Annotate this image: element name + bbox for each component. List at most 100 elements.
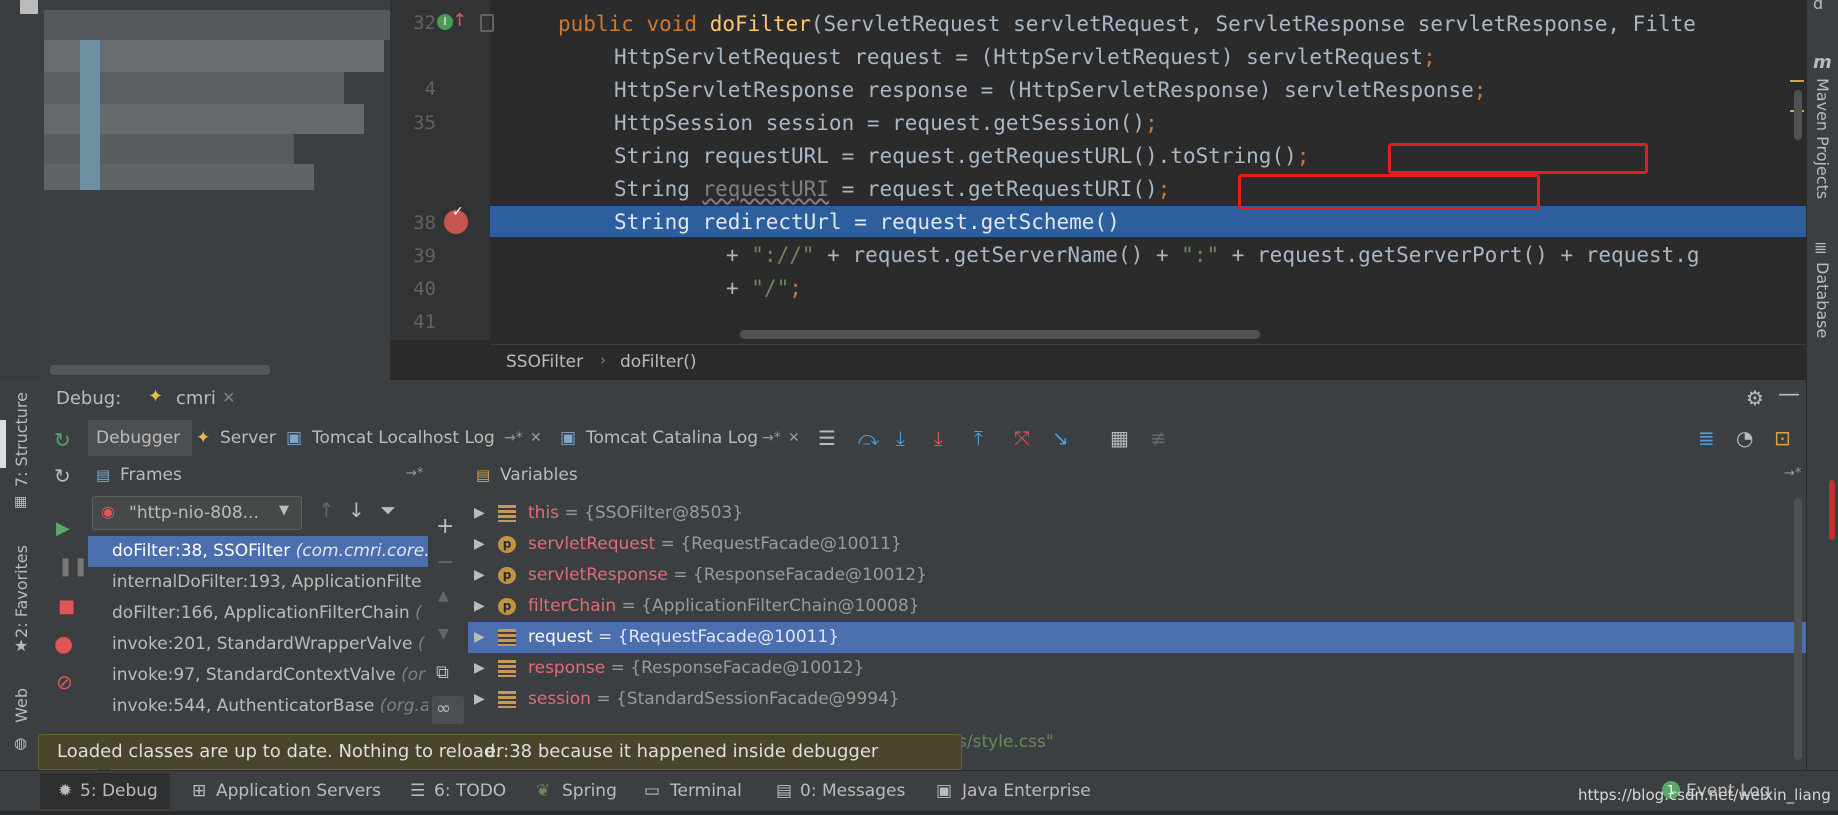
remove-watch-icon[interactable]: −: [436, 550, 454, 575]
tab-todo[interactable]: 6: TODO: [434, 771, 506, 811]
variable-row[interactable]: ▶ this = {SSOFilter@8503}: [468, 498, 1806, 529]
frame-item[interactable]: invoke:97, StandardContextValve (or: [88, 660, 428, 691]
log-icon: ▣: [286, 428, 303, 448]
rerun-icon[interactable]: ↻: [54, 428, 71, 452]
expand-arrow-icon[interactable]: ▶: [474, 684, 485, 715]
debug-session-tab[interactable]: cmri: [176, 388, 216, 409]
pin-icon[interactable]: →*: [504, 418, 523, 458]
down-arrow-icon[interactable]: ↓: [348, 498, 365, 522]
thread-icon: ◉: [101, 502, 115, 521]
filter-icon[interactable]: ⏷: [380, 498, 396, 522]
pin-icon[interactable]: →*: [762, 418, 781, 458]
java-ee-icon: ▣: [936, 781, 953, 801]
close-icon[interactable]: ✕: [530, 418, 542, 458]
tab-spring[interactable]: Spring: [562, 771, 617, 811]
expand-arrow-icon[interactable]: ▶: [474, 591, 485, 622]
expand-arrow-icon[interactable]: ▶: [474, 653, 485, 684]
right-scroll-marker: [1829, 480, 1835, 540]
gear-icon[interactable]: ⚙: [1746, 386, 1764, 410]
frame-item[interactable]: invoke:201, StandardWrapperValve (: [88, 629, 428, 660]
trace-icon[interactable]: ≢: [1150, 426, 1167, 450]
restore-layout-icon[interactable]: ≣: [1698, 426, 1715, 450]
pause-icon[interactable]: ❚❚: [58, 556, 88, 577]
force-step-into-icon[interactable]: ⤓: [934, 426, 943, 450]
variable-row[interactable]: ▶ p servletResponse = {ResponseFacade@10…: [468, 560, 1806, 591]
close-icon[interactable]: ✕: [788, 418, 800, 458]
expand-arrow-icon[interactable]: ▶: [474, 498, 485, 529]
structure-icon: ▦: [14, 494, 28, 510]
up-arrow-icon[interactable]: ↑: [318, 498, 335, 522]
update-icon[interactable]: ↻: [54, 464, 71, 488]
show-execution-point-icon[interactable]: ☰: [818, 426, 836, 450]
code-line-35: HttpSession session = request.getSession…: [614, 111, 1158, 135]
variable-row[interactable]: ▶ session = {StandardSessionFacade@9994}: [468, 684, 1806, 715]
fold-icon[interactable]: [480, 14, 494, 32]
mute-breakpoints-icon[interactable]: ⊘: [56, 670, 73, 694]
move-up-icon[interactable]: ▲: [438, 588, 449, 604]
debug-label: Debug:: [56, 388, 122, 409]
variables-icon: ▤: [476, 466, 491, 484]
expand-arrow-icon[interactable]: ▶: [474, 622, 485, 653]
editor-horizontal-scrollbar[interactable]: [740, 330, 1260, 339]
variable-row-selected[interactable]: ▶ request = {RequestFacade@10011}: [468, 622, 1806, 653]
structure-tab[interactable]: 7: Structure: [12, 392, 31, 487]
glasses-icon: ∞: [436, 698, 451, 719]
red-annotation-box: [1238, 174, 1540, 210]
tab-messages[interactable]: 0: Messages: [800, 771, 905, 811]
frame-item[interactable]: internalDoFilter:193, ApplicationFilte: [88, 567, 428, 598]
breadcrumb-file[interactable]: SSOFilter: [506, 352, 583, 372]
bug-icon: ✹: [58, 781, 73, 801]
drop-frame-icon[interactable]: ⤧: [1014, 426, 1030, 450]
database-tab[interactable]: Database: [1813, 262, 1832, 338]
watermark-text: https://blog.csdn.net/weixin_liang: [1578, 786, 1831, 804]
expand-arrow-icon[interactable]: ▶: [474, 560, 485, 591]
tab-server[interactable]: Server: [220, 418, 276, 458]
tab-debugger[interactable]: Debugger: [96, 418, 180, 458]
star-icon: ★: [14, 636, 29, 655]
left-edge-marker: [0, 420, 6, 468]
frame-item[interactable]: doFilter:166, ApplicationFilterChain (: [88, 598, 428, 629]
tab-debug[interactable]: 5: Debug: [80, 771, 158, 811]
editor-vertical-scrollbar[interactable]: [1794, 90, 1802, 140]
expand-arrow-icon[interactable]: ▶: [474, 529, 485, 560]
resume-icon[interactable]: ▶: [56, 518, 70, 539]
frame-item[interactable]: doFilter:38, SSOFilter (com.cmri.core.: [88, 536, 428, 567]
tab-tomcat-localhost-log[interactable]: Tomcat Localhost Log: [312, 418, 495, 458]
watches-toggle[interactable]: ∞: [432, 696, 464, 724]
settings-panel-icon[interactable]: ⊡: [1774, 426, 1791, 450]
add-watch-icon[interactable]: +: [436, 514, 454, 539]
view-breakpoints-icon[interactable]: ●: [54, 632, 73, 657]
minimize-icon[interactable]: —: [1778, 382, 1800, 407]
tab-java-enterprise[interactable]: Java Enterprise: [962, 771, 1091, 811]
pin-icon[interactable]: →*: [406, 466, 423, 481]
thread-selector[interactable]: ◉ "http-nio-808... ▼: [92, 496, 302, 530]
debug-side-controls: ↻ ↻ ▶ ❚❚ ■ ● ⊘: [44, 428, 88, 770]
tab-terminal[interactable]: Terminal: [670, 771, 742, 811]
breadcrumb-method[interactable]: doFilter(): [620, 352, 697, 372]
move-down-icon[interactable]: ▼: [438, 626, 449, 642]
tab-tomcat-catalina-log[interactable]: Tomcat Catalina Log: [586, 418, 758, 458]
variables-scrollbar[interactable]: [1794, 498, 1802, 760]
stop-icon[interactable]: ■: [58, 596, 75, 617]
close-session-icon[interactable]: ✕: [222, 388, 235, 407]
variable-row[interactable]: ▶ p filterChain = {ApplicationFilterChai…: [468, 591, 1806, 622]
evaluate-expression-icon[interactable]: ▦: [1110, 426, 1129, 450]
favorites-tab[interactable]: 2: Favorites: [12, 545, 31, 638]
step-into-icon[interactable]: ⤓: [896, 426, 905, 450]
variable-row[interactable]: ▶ response = {ResponseFacade@10012}: [468, 653, 1806, 684]
pin-icon[interactable]: →*: [1784, 466, 1801, 481]
frame-item[interactable]: invoke:544, AuthenticatorBase (org.a: [88, 691, 428, 722]
copy-icon[interactable]: ⧉: [436, 662, 449, 683]
run-to-cursor-icon[interactable]: ↘: [1052, 426, 1069, 450]
implements-marker-icon[interactable]: I: [437, 14, 453, 30]
status-behind-text: s/style.css": [958, 732, 1054, 752]
tab-application-servers[interactable]: Application Servers: [216, 771, 381, 811]
server-icon: ✦: [196, 428, 211, 448]
variable-row[interactable]: ▶ p servletRequest = {RequestFacade@1001…: [468, 529, 1806, 560]
maven-projects-tab[interactable]: Maven Projects: [1813, 78, 1832, 199]
step-out-icon[interactable]: ⤒: [974, 426, 983, 450]
memory-gauge-icon[interactable]: ◔: [1736, 426, 1753, 450]
web-tab[interactable]: Web: [12, 688, 31, 723]
log-icon: ▣: [560, 428, 577, 448]
step-over-icon[interactable]: ⤼: [858, 426, 879, 450]
